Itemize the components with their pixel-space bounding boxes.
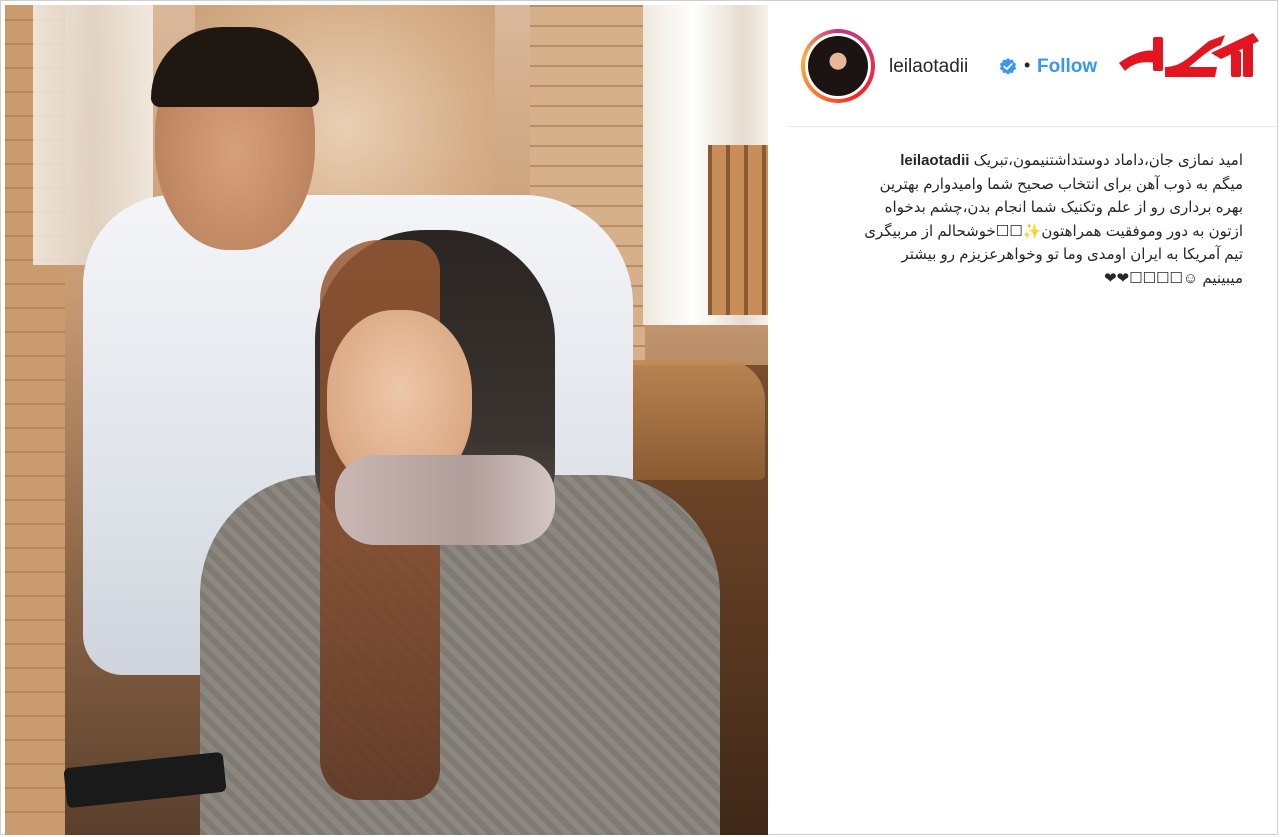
caption-line-6: میبینیم ☺☐☐☐☐❤❤ — [1103, 269, 1243, 287]
verified-badge-icon — [999, 58, 1017, 75]
separator-dot: • — [1024, 55, 1031, 75]
header-divider — [787, 126, 1279, 127]
photo-window — [708, 145, 768, 315]
caption-line-1: امید نمازی جان،داماد دوستداشتنیمون،تبریک… — [801, 149, 1243, 173]
rokna-logo-icon — [1119, 33, 1259, 77]
avatar[interactable] — [808, 36, 868, 96]
instagram-post-frame: leilaotadii • Follow امید نمازی جان،داما… — [0, 0, 1279, 835]
follow-button[interactable]: Follow — [1037, 56, 1097, 78]
post-caption: امید نمازی جان،داماد دوستداشتنیمون،تبریک… — [801, 149, 1243, 290]
photo-silk-scarf — [335, 455, 555, 545]
caption-line-4: ازتون به دور وموفقیت همراهتون✨☐☐خوشحالم … — [864, 222, 1243, 240]
caption-line-2: میگم به ذوب آهن برای انتخاب صحیح شما وام… — [879, 175, 1243, 193]
caption-line-1-text: امید نمازی جان،داماد دوستداشتنیمون،تبریک — [973, 152, 1243, 169]
post-photo[interactable] — [5, 5, 768, 835]
caption-line-5: تیم آمریکا به ایران اومدی وما تو وخواهرع… — [901, 246, 1243, 263]
caption-line-3: بهره برداری رو از علم وتکنیک شما انجام ب… — [884, 199, 1243, 216]
caption-username-link[interactable]: leilaotadii — [900, 152, 969, 169]
username-link[interactable]: leilaotadii — [889, 56, 968, 78]
